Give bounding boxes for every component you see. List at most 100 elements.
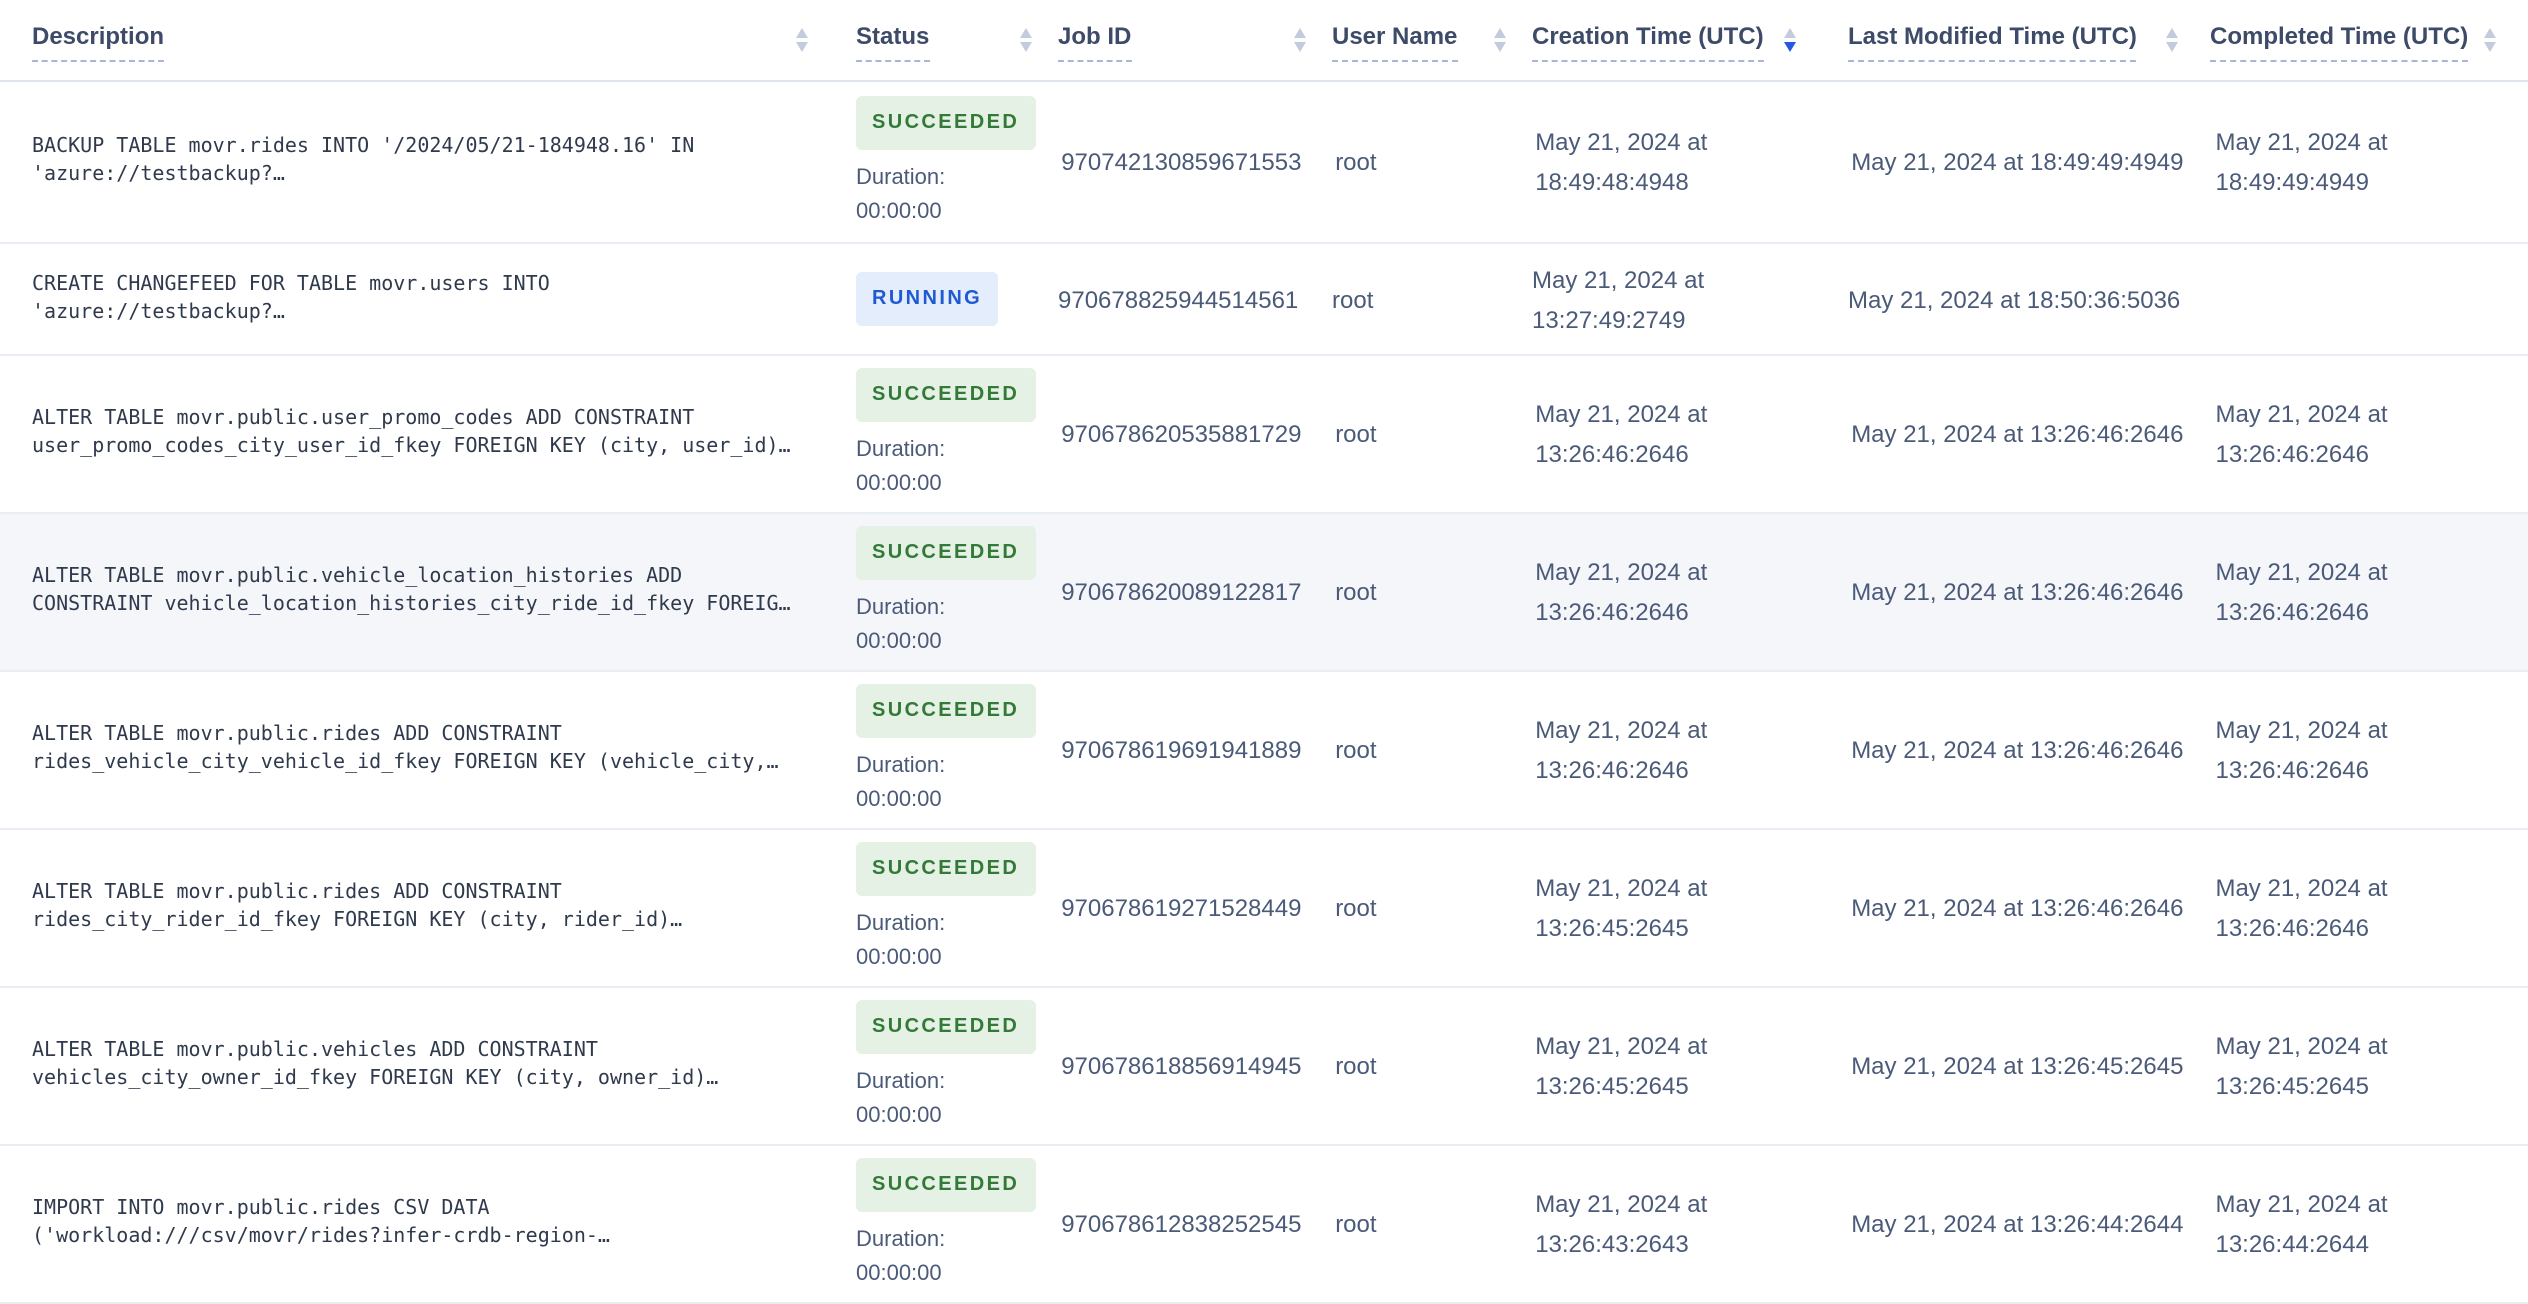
- table-row: ALTER TABLE movr.public.user_promo_codes…: [0, 356, 2528, 514]
- job-description-cell: ALTER TABLE movr.public.vehicles ADD CON…: [0, 1038, 808, 1094]
- job-status-cell: SUCCEEDED Duration: 00:00:00: [856, 841, 1036, 975]
- sort-icon[interactable]: [1294, 28, 1306, 52]
- duration-value: 00:00:00: [856, 629, 942, 653]
- job-description-link[interactable]: ALTER TABLE movr.public.rides ADD CONSTR…: [32, 880, 808, 936]
- job-status-cell: RUNNING: [856, 272, 1032, 326]
- job-description-cell: BACKUP TABLE movr.rides INTO '/2024/05/2…: [0, 134, 808, 190]
- user-name: root: [1335, 894, 1377, 922]
- status-badge: SUCCEEDED: [856, 95, 1036, 149]
- job-id: 970678825944514561: [1058, 285, 1299, 313]
- last-modified-time: May 21, 2024 at 18:49:49:4949: [1851, 148, 2184, 176]
- job-description-link[interactable]: BACKUP TABLE movr.rides INTO '/2024/05/2…: [32, 134, 808, 190]
- user-name: root: [1335, 736, 1377, 764]
- job-status-cell: SUCCEEDED Duration: 00:00:00: [856, 683, 1036, 817]
- job-description-link[interactable]: ALTER TABLE movr.public.vehicle_location…: [32, 564, 808, 620]
- table-row: BACKUP TABLE movr.rides INTO '/2024/05/2…: [0, 82, 2528, 244]
- duration-value: 00:00:00: [856, 1261, 942, 1285]
- table-row: ALTER TABLE movr.public.rides ADD CONSTR…: [0, 672, 2528, 830]
- duration-label: Duration:: [856, 1227, 946, 1251]
- job-description-link[interactable]: ALTER TABLE movr.public.user_promo_codes…: [32, 406, 808, 462]
- sort-icon[interactable]: [1020, 28, 1032, 52]
- status-badge: SUCCEEDED: [856, 841, 1036, 895]
- creation-time: May 21, 2024 at 13:26:43:2643: [1535, 1190, 1708, 1258]
- last-modified-time: May 21, 2024 at 13:26:46:2646: [1851, 578, 2184, 606]
- column-header-job-id[interactable]: Job ID: [1058, 22, 1306, 62]
- sort-icon[interactable]: [2484, 28, 2496, 52]
- column-header-label: Creation Time (UTC): [1532, 22, 1764, 62]
- jobs-table: Description Status Job ID User Name Creation…: [0, 0, 2528, 1304]
- job-status-cell: SUCCEEDED Duration: 00:00:00: [856, 999, 1036, 1133]
- user-name: root: [1335, 420, 1377, 448]
- column-header-label: Status: [856, 22, 930, 62]
- job-description-link[interactable]: ALTER TABLE movr.public.rides ADD CONSTR…: [32, 722, 808, 778]
- completed-time: May 21, 2024 at 13:26:46:2646: [2215, 558, 2388, 626]
- job-id: 970678620089122817: [1061, 578, 1302, 606]
- job-status-cell: SUCCEEDED Duration: 00:00:00: [856, 367, 1036, 501]
- user-name: root: [1332, 285, 1374, 313]
- sort-icon[interactable]: [1494, 28, 1506, 52]
- completed-time: May 21, 2024 at 13:26:44:2644: [2215, 1190, 2388, 1258]
- duration-value: 00:00:00: [856, 471, 942, 495]
- jobs-page: Description Status Job ID User Name Creation…: [0, 0, 2528, 1304]
- status-badge: SUCCEEDED: [856, 1157, 1036, 1211]
- table-body: BACKUP TABLE movr.rides INTO '/2024/05/2…: [0, 82, 2528, 1304]
- status-badge: SUCCEEDED: [856, 999, 1036, 1053]
- status-badge: SUCCEEDED: [856, 683, 1036, 737]
- completed-time: May 21, 2024 at 13:26:45:2645: [2215, 1032, 2388, 1100]
- status-badge: RUNNING: [856, 272, 999, 326]
- job-description-link[interactable]: IMPORT INTO movr.public.rides CSV DATA (…: [32, 1196, 808, 1252]
- job-id: 970678619271528449: [1061, 894, 1302, 922]
- duration-label: Duration:: [856, 595, 946, 619]
- sort-icon[interactable]: [2166, 28, 2178, 52]
- duration-label: Duration:: [856, 1069, 946, 1093]
- job-id: 970678612838252545: [1061, 1210, 1302, 1238]
- column-header-label: Completed Time (UTC): [2210, 22, 2469, 62]
- column-header-creation-time-utc[interactable]: Creation Time (UTC): [1532, 22, 1796, 62]
- job-description-cell: ALTER TABLE movr.public.rides ADD CONSTR…: [0, 880, 808, 936]
- duration-value: 00:00:00: [856, 199, 942, 223]
- job-description-cell: ALTER TABLE movr.public.vehicle_location…: [0, 564, 808, 620]
- completed-time: May 21, 2024 at 13:26:46:2646: [2215, 716, 2388, 784]
- job-description-link[interactable]: CREATE CHANGEFEED FOR TABLE movr.users I…: [32, 271, 808, 327]
- job-id: 970678618856914945: [1061, 1052, 1302, 1080]
- last-modified-time: May 21, 2024 at 13:26:46:2646: [1851, 420, 2184, 448]
- column-header-user-name[interactable]: User Name: [1332, 22, 1506, 62]
- table-row: ALTER TABLE movr.public.vehicles ADD CON…: [0, 988, 2528, 1146]
- duration-label: Duration:: [856, 911, 946, 935]
- column-header-description[interactable]: Description: [0, 22, 808, 62]
- column-header-status[interactable]: Status: [856, 22, 1032, 62]
- user-name: root: [1335, 1210, 1377, 1238]
- column-header-label: Job ID: [1058, 22, 1132, 62]
- table-row: IMPORT INTO movr.public.rides CSV DATA (…: [0, 1146, 2528, 1304]
- job-status-cell: SUCCEEDED Duration: 00:00:00: [856, 95, 1036, 229]
- duration-value: 00:00:00: [856, 945, 942, 969]
- table-row: CREATE CHANGEFEED FOR TABLE movr.users I…: [0, 244, 2528, 356]
- creation-time: May 21, 2024 at 13:27:49:2749: [1532, 265, 1705, 333]
- column-header-label: User Name: [1332, 22, 1458, 62]
- user-name: root: [1335, 578, 1377, 606]
- job-status-cell: SUCCEEDED Duration: 00:00:00: [856, 525, 1036, 659]
- table-header-row: Description Status Job ID User Name Creation…: [0, 0, 2528, 82]
- creation-time: May 21, 2024 at 13:26:45:2645: [1535, 874, 1708, 942]
- user-name: root: [1335, 148, 1377, 176]
- user-name: root: [1335, 1052, 1377, 1080]
- duration-label: Duration:: [856, 753, 946, 777]
- column-header-last-modified-time-utc[interactable]: Last Modified Time (UTC): [1848, 22, 2178, 62]
- completed-time: May 21, 2024 at 13:26:46:2646: [2215, 400, 2388, 468]
- last-modified-time: May 21, 2024 at 18:50:36:5036: [1848, 285, 2181, 313]
- duration-value: 00:00:00: [856, 1103, 942, 1127]
- job-description-cell: ALTER TABLE movr.public.user_promo_codes…: [0, 406, 808, 462]
- job-status-cell: SUCCEEDED Duration: 00:00:00: [856, 1157, 1036, 1291]
- job-description-link[interactable]: ALTER TABLE movr.public.vehicles ADD CON…: [32, 1038, 808, 1094]
- creation-time: May 21, 2024 at 13:26:46:2646: [1535, 558, 1708, 626]
- column-header-label: Description: [32, 22, 165, 62]
- sort-icon[interactable]: [1784, 28, 1796, 52]
- duration-value: 00:00:00: [856, 787, 942, 811]
- sort-icon[interactable]: [796, 28, 808, 52]
- job-description-cell: IMPORT INTO movr.public.rides CSV DATA (…: [0, 1196, 808, 1252]
- duration-label: Duration:: [856, 437, 946, 461]
- creation-time: May 21, 2024 at 13:26:46:2646: [1535, 716, 1708, 784]
- job-id: 970742130859671553: [1061, 148, 1302, 176]
- column-header-completed-time-utc[interactable]: Completed Time (UTC): [2210, 22, 2496, 62]
- last-modified-time: May 21, 2024 at 13:26:45:2645: [1851, 1052, 2184, 1080]
